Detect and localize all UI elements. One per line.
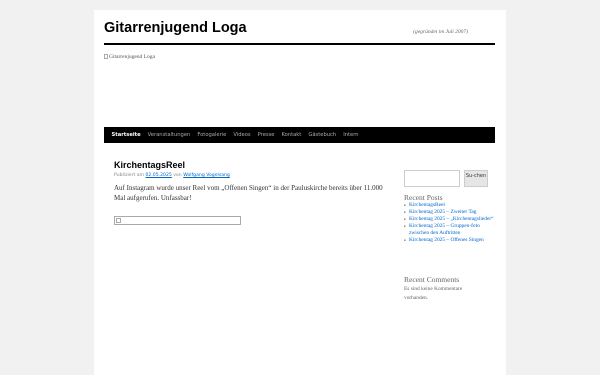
nav-item-presse[interactable]: Presse (254, 132, 278, 138)
page-wrapper: Gitarrenjugend Loga (gegründet im Juli 2… (94, 10, 506, 375)
nav-item-videos[interactable]: Videos (230, 132, 254, 138)
nav-item-gaestebuch[interactable]: Gästebuch (305, 132, 340, 138)
post-date-link[interactable]: 02.05.2025 (146, 173, 172, 178)
main-navigation: Startseite Veranstaltungen Fotogalerie V… (104, 127, 495, 143)
recent-post-link[interactable]: KirchentagsReel (404, 202, 494, 209)
post-author-link[interactable]: Wolfgang Vogelsang (183, 173, 230, 178)
site-description: (gegründet im Juli 2007) (413, 29, 468, 35)
broken-image-icon (116, 218, 121, 223)
search-button[interactable]: Su-chen (464, 170, 488, 187)
no-comments-text: Es sind keine Kommentare vorhanden. (404, 286, 463, 301)
post-meta: Publiziert am 02.05.2025 von Wolfgang Vo… (114, 173, 230, 178)
nav-item-kontakt[interactable]: Kontakt (278, 132, 305, 138)
header-divider (104, 43, 495, 45)
post-image (114, 216, 241, 225)
nav-item-startseite[interactable]: Startseite (108, 132, 144, 138)
header-image: Gitarrenjugend Loga (104, 46, 495, 126)
post-meta-by-label: von (173, 173, 182, 178)
recent-post-link[interactable]: Kirchentag 2025 – Zweiter Tag (404, 209, 494, 216)
post-meta-published-label: Publiziert am (114, 173, 145, 178)
broken-image-placeholder: Gitarrenjugend Loga (104, 54, 155, 60)
recent-post-link[interactable]: Kirchentag 2025 – „Kirchentagslieder“ (404, 216, 494, 223)
recent-post-link[interactable]: Kirchentag 2025 – Offenes Singen (404, 237, 494, 244)
post-body: Auf Instagram wurde unser Reel vom „Offe… (114, 184, 383, 202)
nav-item-fotogalerie[interactable]: Fotogalerie (194, 132, 230, 138)
broken-image-icon (104, 54, 108, 59)
site-title[interactable]: Gitarrenjugend Loga (104, 20, 247, 36)
recent-posts-list: KirchentagsReel Kirchentag 2025 – Zweite… (404, 202, 494, 244)
recent-posts-title: Recent Posts (404, 193, 443, 202)
recent-post-link[interactable]: Kirchentag 2025 – Gruppen-foto zwischen … (404, 223, 494, 237)
nav-item-intern[interactable]: Intern (340, 132, 362, 138)
recent-comments-title: Recent Comments (404, 275, 460, 284)
search-input[interactable] (404, 170, 460, 187)
nav-item-veranstaltungen[interactable]: Veranstaltungen (144, 132, 194, 138)
header-image-alt-text: Gitarrenjugend Loga (109, 53, 155, 60)
post-title[interactable]: KirchentagsReel (114, 160, 185, 170)
